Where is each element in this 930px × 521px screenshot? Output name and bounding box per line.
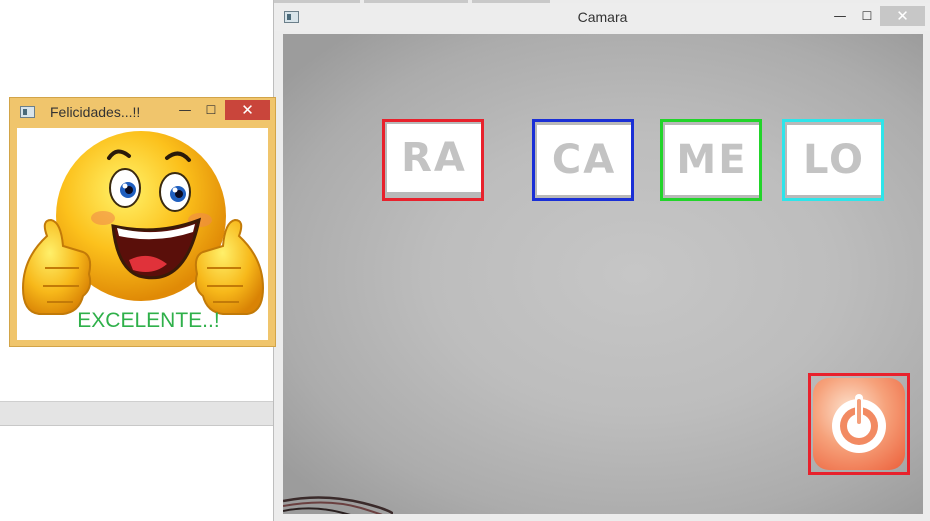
syllable-box-ra[interactable]: RA <box>382 119 484 201</box>
cable-icon <box>283 496 393 514</box>
syllable-box-me[interactable]: ME <box>660 119 762 201</box>
syllable-card: ME <box>665 125 759 195</box>
camera-feed: RA CA ME LO <box>283 34 923 514</box>
congrats-message: EXCELENTE..! <box>77 309 220 332</box>
desktop: Camara — ☐ ✕ RA CA ME LO Felicidades...!… <box>0 0 930 521</box>
maximize-button[interactable]: ☐ <box>199 100 223 120</box>
camera-titlebar[interactable]: Camara — ☐ ✕ <box>274 3 930 31</box>
syllable-label: LO <box>802 137 866 183</box>
power-button-box[interactable] <box>808 373 910 475</box>
syllable-card: RA <box>387 124 481 192</box>
syllable-box-lo[interactable]: LO <box>782 119 884 201</box>
power-button[interactable] <box>813 378 905 470</box>
syllable-card: LO <box>787 125 881 195</box>
congrats-image-panel: EXCELENTE..! <box>17 128 268 340</box>
power-icon <box>832 394 886 453</box>
background-window-strip <box>0 401 274 426</box>
syllable-card: CA <box>537 125 631 195</box>
congrats-window[interactable]: Felicidades...!! — ☐ ✕ EXCELENTE..! <box>9 97 276 347</box>
close-button[interactable]: ✕ <box>880 6 925 26</box>
congrats-titlebar[interactable]: Felicidades...!! — ☐ ✕ <box>10 98 275 126</box>
minimize-button[interactable]: — <box>827 6 853 26</box>
window-system-icon[interactable] <box>20 106 35 118</box>
maximize-button[interactable]: ☐ <box>854 6 880 26</box>
syllable-label: ME <box>676 137 748 183</box>
camera-window[interactable]: Camara — ☐ ✕ RA CA ME LO <box>273 0 930 521</box>
close-button[interactable]: ✕ <box>225 100 270 120</box>
syllable-label: RA <box>401 135 467 181</box>
syllable-label: CA <box>551 137 617 183</box>
syllable-box-ca[interactable]: CA <box>532 119 634 201</box>
minimize-button[interactable]: — <box>174 100 196 120</box>
